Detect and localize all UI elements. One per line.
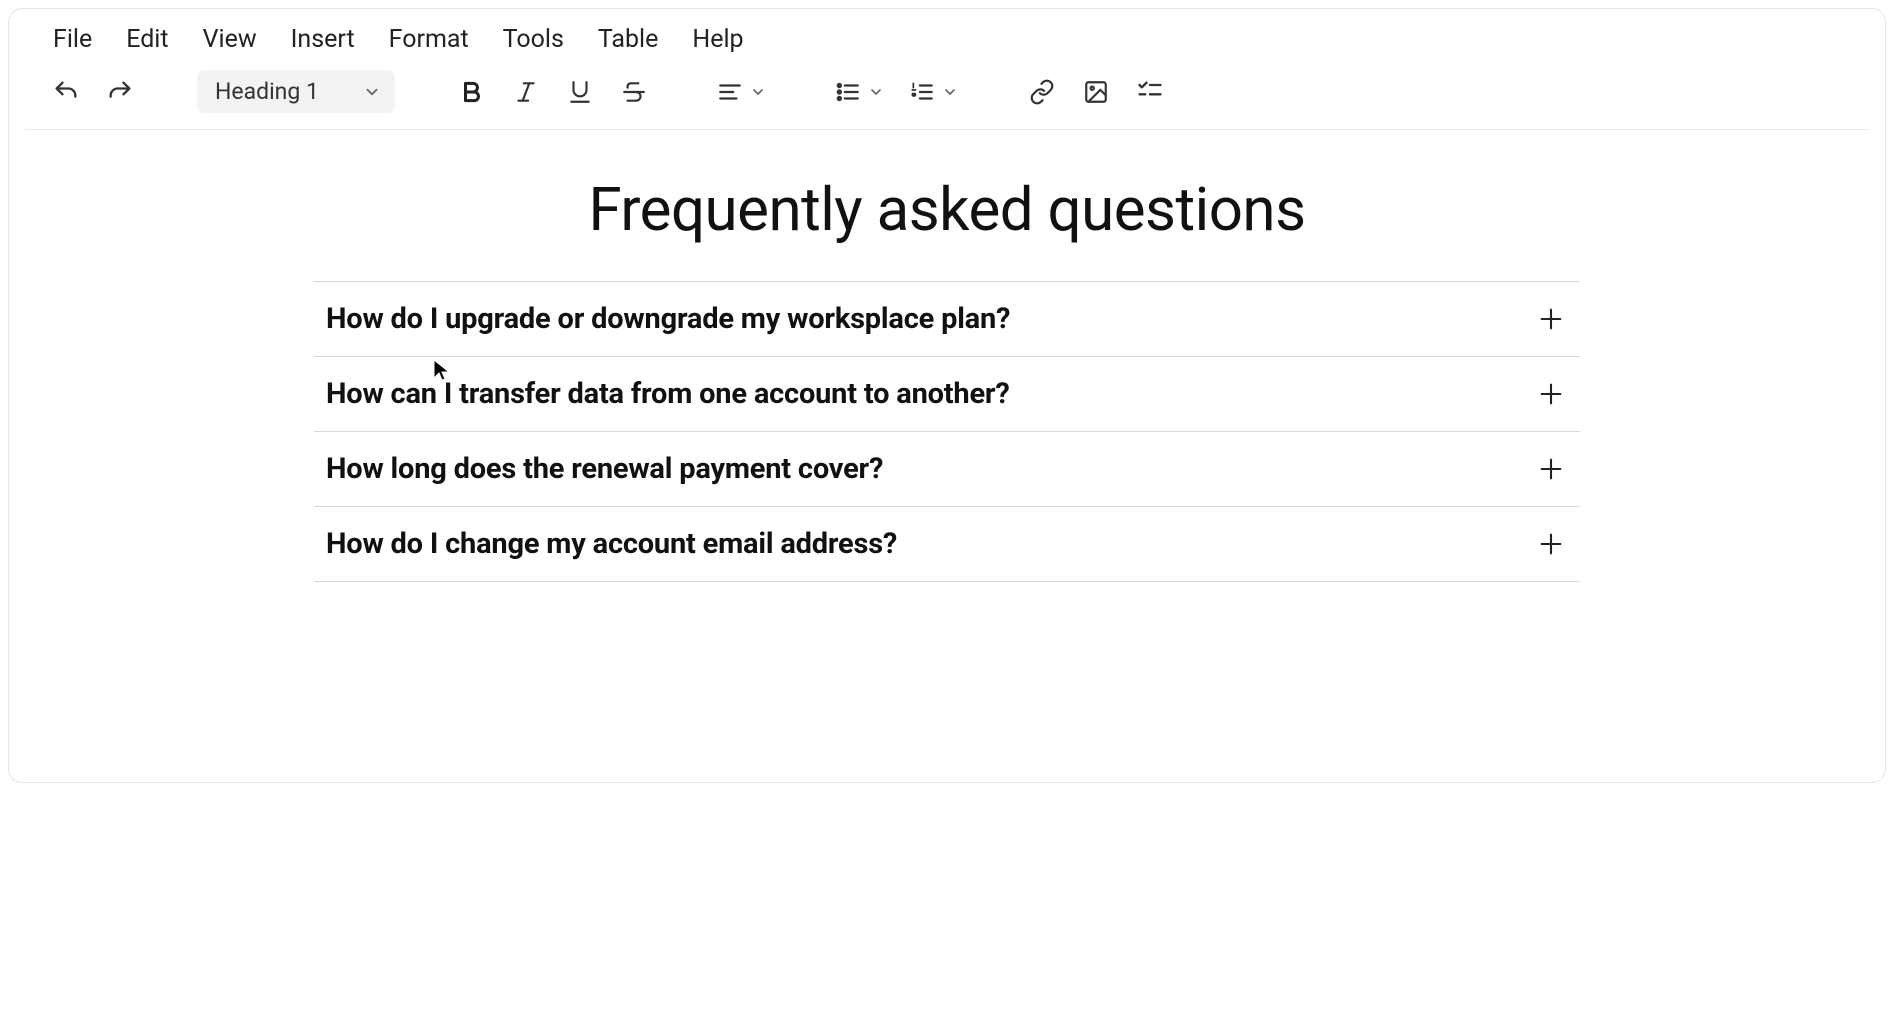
strikethrough-button[interactable] [613,71,655,113]
numbered-list-button[interactable] [903,75,965,109]
accordion-question: How do I upgrade or downgrade my workspl… [326,302,1010,336]
accordion-question: How do I change my account email address… [326,527,897,561]
document-canvas[interactable]: Frequently asked questions How do I upgr… [9,130,1885,782]
accordion-question: How long does the renewal payment cover? [326,452,883,486]
accordion-item[interactable]: How do I change my account email address… [314,507,1580,582]
checklist-icon [1136,78,1164,106]
menu-help[interactable]: Help [692,25,743,54]
menu-format[interactable]: Format [389,25,469,54]
menu-insert[interactable]: Insert [291,25,355,54]
menu-file[interactable]: File [53,25,92,54]
menu-table[interactable]: Table [598,25,659,54]
bullet-list-button[interactable] [829,75,891,109]
numbered-list-icon [909,79,935,105]
link-button[interactable] [1021,71,1063,113]
chevron-down-icon [363,83,381,101]
block-format-label: Heading 1 [215,78,319,105]
accordion: How do I upgrade or downgrade my workspl… [314,281,1580,582]
undo-button[interactable] [45,71,87,113]
editor-window: File Edit View Insert Format Tools Table… [8,8,1886,783]
image-icon [1083,79,1109,105]
italic-button[interactable] [505,71,547,113]
underline-button[interactable] [559,71,601,113]
align-button[interactable] [711,75,773,109]
menu-view[interactable]: View [203,25,257,54]
accordion-item[interactable]: How long does the renewal payment cover? [314,432,1580,507]
image-button[interactable] [1075,71,1117,113]
expand-icon[interactable] [1536,529,1566,559]
bold-icon [459,79,485,105]
link-icon [1029,79,1055,105]
toolbar: Heading 1 [9,64,1885,129]
bold-button[interactable] [451,71,493,113]
redo-icon [106,78,134,106]
page-title[interactable]: Frequently asked questions [9,160,1885,281]
accordion-item[interactable]: How can I transfer data from one account… [314,357,1580,432]
redo-button[interactable] [99,71,141,113]
undo-icon [52,78,80,106]
menu-tools[interactable]: Tools [503,25,564,54]
title-text: Frequently asked questions [588,174,1305,245]
underline-icon [567,79,593,105]
expand-icon[interactable] [1536,379,1566,409]
menu-edit[interactable]: Edit [126,25,168,54]
italic-icon [513,79,539,105]
accordion-item[interactable]: How do I upgrade or downgrade my workspl… [314,282,1580,357]
chevron-down-icon [941,83,959,101]
expand-icon[interactable] [1536,304,1566,334]
chevron-down-icon [749,83,767,101]
chevron-down-icon [867,83,885,101]
checklist-button[interactable] [1129,71,1171,113]
block-format-select[interactable]: Heading 1 [197,70,395,113]
bullet-list-icon [835,79,861,105]
strikethrough-icon [621,79,647,105]
accordion-question: How can I transfer data from one account… [326,377,1010,411]
expand-icon[interactable] [1536,454,1566,484]
align-left-icon [717,79,743,105]
menubar: File Edit View Insert Format Tools Table… [9,9,1885,64]
